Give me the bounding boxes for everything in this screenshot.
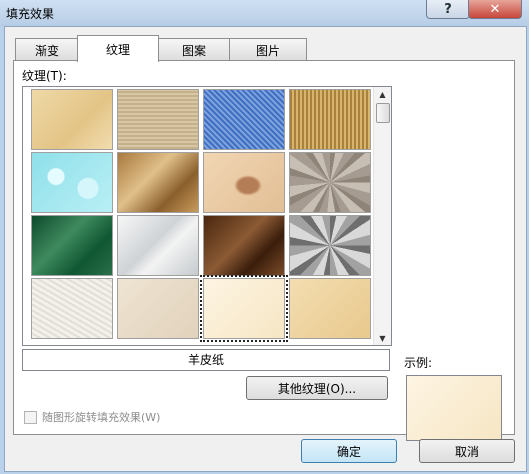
tab-texture[interactable]: 纹理 — [77, 35, 159, 62]
texture-parchment[interactable] — [31, 89, 113, 150]
rotate-with-shape-checkbox[interactable] — [24, 410, 37, 424]
tab-picture[interactable]: 图片 — [229, 38, 307, 61]
ok-button[interactable]: 确定 — [301, 439, 397, 463]
texture-granite[interactable] — [289, 215, 371, 276]
texture-tab-panel: 纹理(T): ▲ ▼ 羊皮纸 其他纹理(O)... 随图形旋转填充效果(W) 示… — [13, 60, 515, 441]
texture-stationery[interactable] — [289, 278, 371, 339]
texture-denim[interactable] — [203, 89, 285, 150]
dialog-body: 渐变 纹理 图案 图片 纹理(T): ▲ ▼ 羊皮纸 其他纹理(O)... 随图… — [4, 26, 527, 472]
preview-label: 示例: — [404, 356, 433, 370]
texture-recycled-paper[interactable] — [117, 278, 199, 339]
texture-paper-bag[interactable] — [117, 152, 199, 213]
close-button[interactable]: ✕ — [468, 0, 522, 19]
texture-brown-marble[interactable] — [203, 215, 285, 276]
texture-parchment-selected[interactable] — [200, 275, 288, 342]
texture-water-droplets[interactable] — [31, 152, 113, 213]
rotate-with-shape-option[interactable]: 随图形旋转填充效果(W) — [24, 409, 160, 425]
texture-green-marble[interactable] — [31, 215, 113, 276]
title-bar: 填充效果 ? ✕ — [0, 0, 529, 26]
tab-gradient[interactable]: 渐变 — [15, 38, 79, 61]
window-title: 填充效果 — [6, 7, 55, 21]
rotate-with-shape-label: 随图形旋转填充效果(W) — [42, 411, 161, 424]
texture-sand[interactable] — [289, 152, 371, 213]
selected-texture-name: 羊皮纸 — [22, 349, 390, 371]
cancel-button[interactable]: 取消 — [419, 439, 515, 463]
texture-gallery: ▲ ▼ — [22, 86, 392, 346]
preview-swatch — [406, 375, 502, 441]
gallery-scrollbar[interactable]: ▲ ▼ — [373, 87, 391, 345]
texture-white-marble[interactable] — [117, 215, 199, 276]
scroll-down-icon[interactable]: ▼ — [374, 331, 391, 345]
texture-label: 纹理(T): — [22, 69, 67, 83]
texture-woven-mat[interactable] — [289, 89, 371, 150]
tab-pattern[interactable]: 图案 — [157, 38, 231, 61]
texture-canvas[interactable] — [117, 89, 199, 150]
help-button[interactable]: ? — [426, 0, 470, 19]
scroll-up-icon[interactable]: ▲ — [374, 87, 391, 101]
texture-newsprint[interactable] — [31, 278, 113, 339]
other-texture-button[interactable]: 其他纹理(O)... — [246, 376, 388, 400]
scroll-thumb[interactable] — [376, 103, 390, 123]
texture-fish-fossil[interactable] — [203, 152, 285, 213]
